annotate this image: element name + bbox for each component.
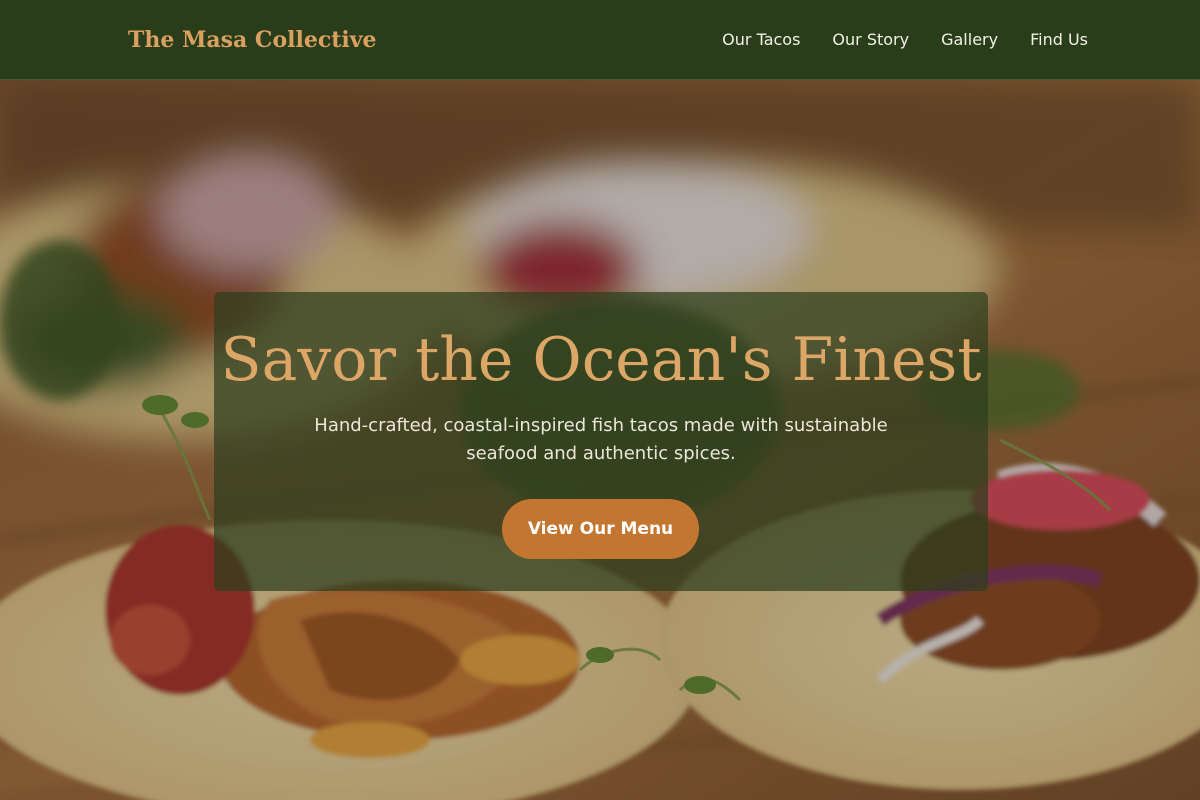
main-nav: Our Tacos Our Story Gallery Find Us — [722, 28, 1088, 52]
hero-section: Savor the Ocean's Finest Hand-crafted, c… — [0, 80, 1200, 800]
hero-title: Savor the Ocean's Finest — [220, 325, 982, 395]
brand-logo[interactable]: The Masa Collective — [128, 24, 377, 56]
nav-link-find-us[interactable]: Find Us — [1030, 28, 1088, 52]
site-header: The Masa Collective Our Tacos Our Story … — [0, 0, 1200, 80]
hero-card: Savor the Ocean's Finest Hand-crafted, c… — [214, 292, 988, 591]
view-menu-button[interactable]: View Our Menu — [502, 499, 699, 559]
hero-subtitle: Hand-crafted, coastal-inspired fish taco… — [314, 415, 888, 464]
nav-link-gallery[interactable]: Gallery — [941, 28, 998, 52]
nav-link-our-tacos[interactable]: Our Tacos — [722, 28, 800, 52]
nav-link-our-story[interactable]: Our Story — [832, 28, 909, 52]
